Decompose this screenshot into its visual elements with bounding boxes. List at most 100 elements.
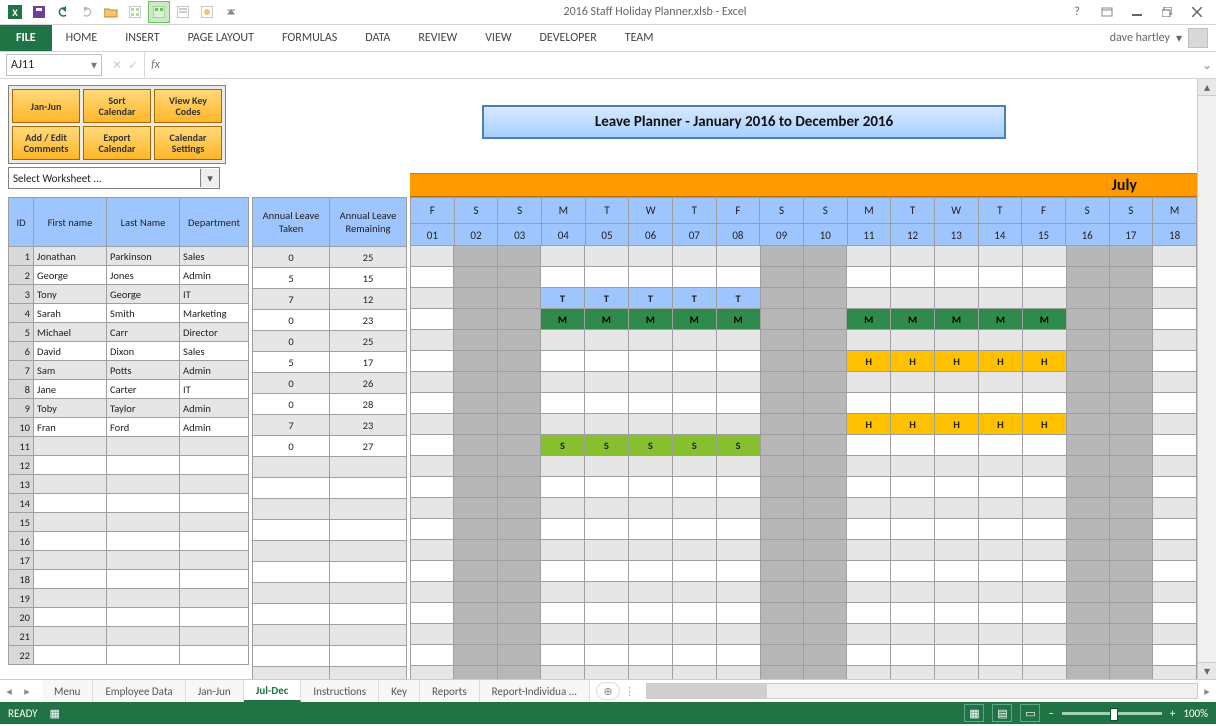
schedule-cell[interactable] bbox=[760, 645, 803, 666]
schedule-cell[interactable] bbox=[541, 540, 585, 561]
schedule-cell[interactable] bbox=[847, 288, 891, 309]
schedule-cell[interactable]: H bbox=[1022, 351, 1066, 372]
schedule-cell[interactable]: M bbox=[541, 309, 585, 330]
schedule-cell[interactable]: T bbox=[628, 288, 672, 309]
schedule-cell[interactable] bbox=[935, 330, 979, 351]
schedule-cell[interactable] bbox=[978, 477, 1022, 498]
schedule-cell[interactable] bbox=[891, 498, 935, 519]
schedule-cell[interactable] bbox=[411, 351, 454, 372]
schedule-cell[interactable] bbox=[1110, 393, 1153, 414]
schedule-cell[interactable] bbox=[891, 267, 935, 288]
schedule-cell[interactable] bbox=[628, 666, 672, 680]
schedule-cell[interactable] bbox=[803, 603, 846, 624]
schedule-cell[interactable] bbox=[497, 540, 540, 561]
table-row[interactable]: 515 bbox=[253, 268, 407, 289]
schedule-cell[interactable] bbox=[760, 246, 803, 267]
schedule-cell[interactable] bbox=[978, 246, 1022, 267]
schedule-cell[interactable]: H bbox=[1022, 414, 1066, 435]
schedule-cell[interactable] bbox=[497, 246, 540, 267]
schedule-cell[interactable] bbox=[847, 561, 891, 582]
schedule-cell[interactable] bbox=[497, 582, 540, 603]
normal-view-button[interactable]: ▦ bbox=[964, 704, 984, 722]
schedule-cell[interactable] bbox=[1022, 477, 1066, 498]
schedule-cell[interactable]: H bbox=[978, 351, 1022, 372]
schedule-cell[interactable] bbox=[1153, 456, 1197, 477]
schedule-cell[interactable] bbox=[541, 456, 585, 477]
schedule-cell[interactable] bbox=[760, 603, 803, 624]
schedule-cell[interactable] bbox=[716, 666, 760, 680]
schedule-cell[interactable] bbox=[760, 330, 803, 351]
sheet-tab[interactable]: Jul-Dec bbox=[244, 680, 302, 702]
schedule-cell[interactable] bbox=[497, 603, 540, 624]
schedule-cell[interactable]: H bbox=[891, 414, 935, 435]
schedule-cell[interactable] bbox=[1066, 267, 1109, 288]
schedule-cell[interactable] bbox=[454, 582, 497, 603]
schedule-cell[interactable] bbox=[628, 624, 672, 645]
schedule-cell[interactable]: M bbox=[584, 309, 628, 330]
schedule-cell[interactable] bbox=[1066, 645, 1109, 666]
schedule-cell[interactable] bbox=[497, 372, 540, 393]
formula-input[interactable] bbox=[166, 55, 1198, 75]
open-button[interactable] bbox=[100, 1, 122, 23]
schedule-cell[interactable] bbox=[672, 624, 716, 645]
schedule-row[interactable]: HHHHH bbox=[411, 414, 1197, 435]
zoom-level[interactable]: 100% bbox=[1183, 707, 1208, 720]
schedule-cell[interactable] bbox=[760, 267, 803, 288]
schedule-cell[interactable] bbox=[541, 666, 585, 680]
schedule-cell[interactable] bbox=[1110, 330, 1153, 351]
schedule-cell[interactable] bbox=[497, 351, 540, 372]
table-row[interactable]: 8JaneCarterIT bbox=[9, 380, 249, 399]
schedule-cell[interactable] bbox=[497, 645, 540, 666]
schedule-cell[interactable] bbox=[978, 267, 1022, 288]
sheet-tab[interactable]: Jan-Jun bbox=[186, 680, 244, 702]
schedule-cell[interactable] bbox=[978, 372, 1022, 393]
schedule-cell[interactable] bbox=[672, 540, 716, 561]
schedule-cell[interactable] bbox=[411, 624, 454, 645]
schedule-cell[interactable] bbox=[1022, 456, 1066, 477]
schedule-cell[interactable] bbox=[760, 351, 803, 372]
schedule-cell[interactable] bbox=[584, 246, 628, 267]
schedule-cell[interactable] bbox=[847, 582, 891, 603]
schedule-cell[interactable] bbox=[584, 267, 628, 288]
schedule-cell[interactable] bbox=[411, 540, 454, 561]
schedule-cell[interactable] bbox=[803, 309, 846, 330]
schedule-cell[interactable] bbox=[497, 477, 540, 498]
schedule-cell[interactable] bbox=[891, 393, 935, 414]
schedule-cell[interactable] bbox=[803, 624, 846, 645]
table-row[interactable]: 1JonathanParkinsonSales bbox=[9, 247, 249, 266]
vertical-scrollbar[interactable]: ▴ ▾ bbox=[1197, 79, 1216, 679]
schedule-cell[interactable] bbox=[803, 645, 846, 666]
restore-button[interactable] bbox=[1154, 3, 1180, 21]
schedule-cell[interactable]: M bbox=[716, 309, 760, 330]
schedule-cell[interactable] bbox=[454, 519, 497, 540]
schedule-cell[interactable] bbox=[411, 309, 454, 330]
table-row[interactable]: 026 bbox=[253, 373, 407, 394]
schedule-cell[interactable] bbox=[716, 456, 760, 477]
schedule-cell[interactable] bbox=[497, 624, 540, 645]
schedule-cell[interactable] bbox=[584, 624, 628, 645]
schedule-row[interactable] bbox=[411, 582, 1197, 603]
schedule-cell[interactable] bbox=[541, 330, 585, 351]
schedule-cell[interactable]: M bbox=[978, 309, 1022, 330]
schedule-cell[interactable] bbox=[1153, 435, 1197, 456]
schedule-cell[interactable] bbox=[497, 330, 540, 351]
schedule-cell[interactable] bbox=[1153, 477, 1197, 498]
schedule-cell[interactable] bbox=[1022, 246, 1066, 267]
schedule-cell[interactable] bbox=[454, 666, 497, 680]
schedule-row[interactable] bbox=[411, 246, 1197, 267]
name-box[interactable]: AJ11 ▾ bbox=[6, 54, 102, 76]
schedule-cell[interactable] bbox=[1110, 603, 1153, 624]
schedule-cell[interactable] bbox=[1066, 477, 1109, 498]
schedule-cell[interactable] bbox=[584, 351, 628, 372]
schedule-cell[interactable] bbox=[672, 351, 716, 372]
table-row[interactable] bbox=[253, 520, 407, 541]
schedule-cell[interactable] bbox=[1022, 498, 1066, 519]
schedule-cell[interactable] bbox=[1022, 645, 1066, 666]
schedule-cell[interactable] bbox=[411, 582, 454, 603]
schedule-cell[interactable] bbox=[847, 372, 891, 393]
day-grid[interactable]: TTTTTMMMMMMMMMMHHHHHHHHHHSSSSS bbox=[410, 245, 1197, 679]
ribbon-display-button[interactable] bbox=[1094, 3, 1120, 21]
schedule-cell[interactable] bbox=[803, 372, 846, 393]
schedule-cell[interactable] bbox=[935, 582, 979, 603]
schedule-cell[interactable] bbox=[935, 267, 979, 288]
